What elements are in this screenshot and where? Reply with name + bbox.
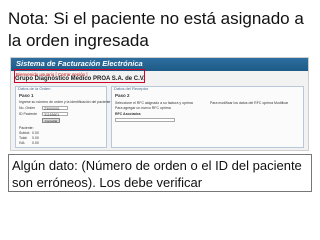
receiver-line-1-right: Para modificar los datos del RFC oprima …: [210, 101, 289, 105]
order-number-label: No. Orden: [19, 106, 36, 110]
app-banner-title: Sistema de Facturación Electrónica: [16, 59, 143, 68]
order-step-label: Paso 1: [19, 93, 34, 98]
highlight-frame: [14, 69, 145, 83]
order-panel-title: Datos de la Orden: [18, 86, 51, 91]
patient-id-value: 31163601: [44, 113, 60, 117]
patient-id-input[interactable]: 31163601: [42, 112, 68, 117]
order-instructions: Ingrese su número de orden y la identifi…: [19, 100, 111, 104]
summary-value-iva: 0.00: [32, 141, 39, 145]
summary-value-total: 0.00: [32, 136, 39, 140]
order-number-input[interactable]: Z3000001: [42, 106, 68, 111]
receiver-step-label: Paso 2: [115, 93, 130, 98]
order-number-value: Z3000001: [44, 107, 60, 111]
receiver-line-2: Para agregar un nuevo RFC oprima: [115, 106, 171, 110]
receiver-line-1: Seleccione el RFC asignado a su factura …: [115, 101, 193, 105]
billing-system-screenshot: Sistema de Facturación Electrónica Bienv…: [10, 57, 309, 151]
consult-button[interactable]: Consultar: [42, 118, 60, 123]
summary-label-patient: Paciente:: [19, 126, 34, 130]
receiver-panel-title: Datos del Receptor: [114, 86, 149, 91]
rfc-list-label: RFC Asociados: [115, 112, 141, 116]
summary-value-subtotal: 0.00: [32, 131, 39, 135]
rfc-list[interactable]: [115, 118, 175, 122]
patient-id-label: ID Paciente: [19, 112, 38, 116]
summary-label-total: Total:: [19, 136, 28, 140]
order-panel: Datos de la Orden Paso 1 Ingrese su núme…: [15, 86, 111, 148]
note-box: Algún dato: (Número de orden o el ID del…: [8, 154, 312, 192]
note-text: Algún dato: (Número de orden o el ID del…: [12, 158, 302, 190]
receiver-panel: Datos del Receptor Paso 2 Seleccione el …: [111, 86, 304, 148]
summary-label-subtotal: Subtot:: [19, 131, 31, 135]
slide-title: Nota: Si el paciente no está asignado a …: [8, 9, 304, 50]
summary-label-iva: IVA:: [19, 141, 26, 145]
